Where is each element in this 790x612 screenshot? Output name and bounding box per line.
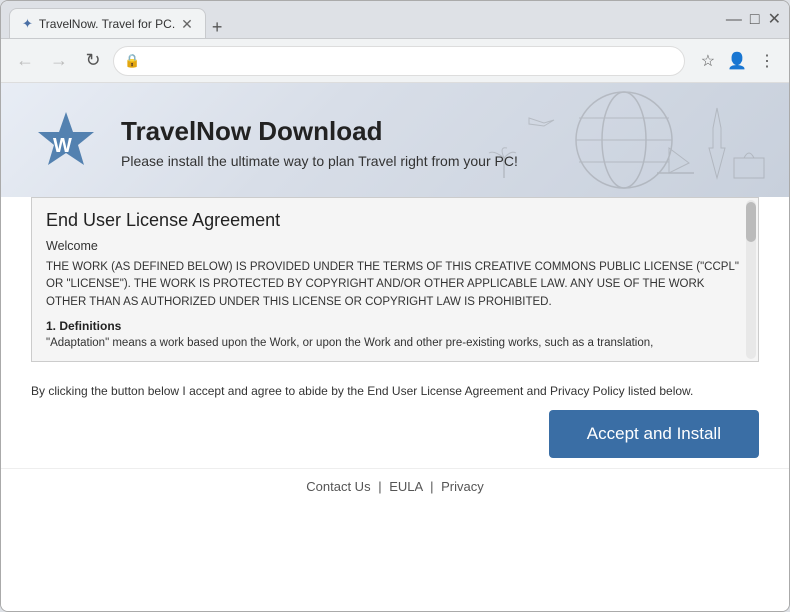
active-tab[interactable]: ✦ TravelNow. Travel for PC. ✕ <box>9 8 206 38</box>
contact-us-link[interactable]: Contact Us <box>306 479 370 494</box>
accept-button-row: Accept and Install <box>31 410 759 458</box>
close-window-button[interactable]: ✕ <box>768 12 781 28</box>
back-button[interactable]: ← <box>11 47 39 75</box>
scrollbar-track[interactable] <box>746 200 756 359</box>
bookmark-button[interactable]: ☆ <box>697 47 719 75</box>
eula-link[interactable]: EULA <box>389 479 422 494</box>
eula-body: THE WORK (AS DEFINED BELOW) IS PROVIDED … <box>46 259 744 311</box>
eula-welcome: Welcome <box>46 239 744 253</box>
nav-bar: ← → ↻ 🔒 ☆ 👤 ⋮ <box>1 39 789 83</box>
profile-button[interactable]: 👤 <box>723 47 751 75</box>
tab-area: ✦ TravelNow. Travel for PC. ✕ + <box>9 1 714 38</box>
hero-subtitle: Please install the ultimate way to plan … <box>121 153 518 169</box>
tab-title: TravelNow. Travel for PC. <box>39 17 175 31</box>
minimize-button[interactable]: — <box>726 12 742 28</box>
eula-definition: "Adaptation" means a work based upon the… <box>46 337 744 349</box>
window-controls: — □ ✕ <box>726 12 781 28</box>
nav-right-icons: ☆ 👤 ⋮ <box>697 47 779 75</box>
privacy-link[interactable]: Privacy <box>441 479 484 494</box>
title-bar: ✦ TravelNow. Travel for PC. ✕ + — □ ✕ <box>1 1 789 39</box>
accept-note: By clicking the button below I accept an… <box>31 382 759 400</box>
accept-install-button[interactable]: Accept and Install <box>549 410 759 458</box>
footer-sep-1: | <box>378 479 381 494</box>
tab-favicon: ✦ <box>22 16 33 32</box>
forward-button[interactable]: → <box>45 47 73 75</box>
eula-section1-title: 1. Definitions <box>46 319 744 333</box>
svg-text:W: W <box>53 135 72 157</box>
footer-sep-2: | <box>430 479 433 494</box>
scrollbar-thumb[interactable] <box>746 202 756 242</box>
address-bar[interactable]: 🔒 <box>113 46 685 76</box>
eula-box: End User License Agreement Welcome THE W… <box>31 197 759 362</box>
page-footer: Contact Us | EULA | Privacy <box>1 468 789 504</box>
hero-title: TravelNow Download <box>121 116 518 147</box>
logo-area: W <box>31 107 101 177</box>
new-tab-button[interactable]: + <box>206 17 229 38</box>
lock-icon: 🔒 <box>124 53 140 69</box>
travelnow-logo: W <box>31 107 101 177</box>
tab-close-button[interactable]: ✕ <box>181 17 193 31</box>
browser-window: ✦ TravelNow. Travel for PC. ✕ + — □ ✕ ← … <box>0 0 790 612</box>
hero-text: TravelNow Download Please install the ul… <box>121 116 518 169</box>
eula-title: End User License Agreement <box>46 210 744 231</box>
menu-button[interactable]: ⋮ <box>755 47 779 75</box>
accept-section: By clicking the button below I accept an… <box>1 372 789 468</box>
maximize-button[interactable]: □ <box>750 12 760 28</box>
main-area: End User License Agreement Welcome THE W… <box>1 197 789 372</box>
page-content: W TravelNow Download Please install the … <box>1 83 789 611</box>
hero-section: W TravelNow Download Please install the … <box>1 83 789 197</box>
refresh-button[interactable]: ↻ <box>79 47 107 75</box>
